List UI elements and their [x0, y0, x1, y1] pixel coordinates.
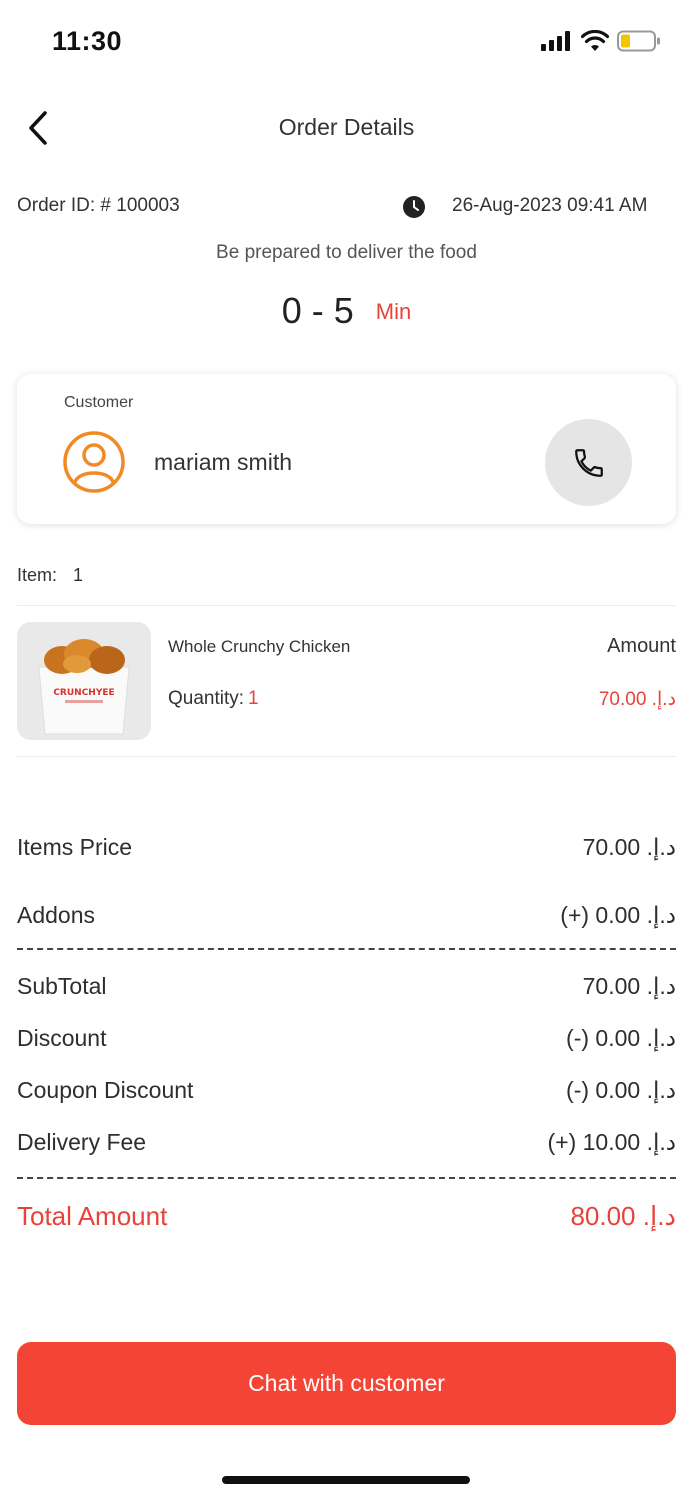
item-name: Whole Crunchy Chicken — [168, 637, 351, 656]
delivery-fee-label: Delivery Fee — [17, 1129, 147, 1155]
quantity-label: Quantity: — [168, 688, 245, 709]
addons-label: Addons — [17, 902, 96, 928]
total-amount-value: 80.00 .د.إ — [570, 1201, 676, 1231]
divider — [17, 605, 676, 606]
item-quantity: Quantity: 1 — [168, 688, 259, 710]
item-count-label: Item: — [17, 565, 58, 585]
subtotal-label: SubTotal — [17, 973, 107, 999]
quantity-value: 1 — [248, 688, 259, 709]
discount-value: (-) 0.00 .د.إ — [566, 1025, 676, 1051]
subtotal-value: 70.00 .د.إ — [582, 973, 676, 999]
page-title: Order Details — [278, 114, 415, 140]
dashed-divider — [17, 948, 676, 950]
eta-unit: Min — [375, 299, 412, 324]
divider — [17, 756, 676, 757]
call-button[interactable] — [545, 419, 632, 506]
eta: 0 - 5 Min — [0, 290, 693, 332]
items-price-label: Items Price — [17, 834, 133, 860]
box-logo: CRUNCHYEE — [53, 688, 114, 698]
customer-label: Customer — [64, 394, 134, 411]
addons-value: (+) 0.00 .د.إ — [560, 902, 676, 928]
order-id: Order ID: # 100003 — [17, 195, 180, 216]
clock-icon — [403, 196, 425, 218]
chat-with-customer-button[interactable]: Chat with customer — [17, 1342, 676, 1425]
item-price: 70.00 .د.إ — [598, 689, 676, 710]
discount-label: Discount — [17, 1025, 107, 1051]
customer-name: mariam smith — [154, 449, 293, 475]
amount-label: Amount — [607, 635, 676, 657]
item-count: Item: 1 — [17, 565, 83, 586]
coupon-discount-value: (-) 0.00 .د.إ — [566, 1077, 676, 1103]
eta-range: 0 - 5 — [281, 290, 354, 331]
food-box-image: CRUNCHYEE — [17, 622, 151, 740]
item-image: CRUNCHYEE — [17, 622, 151, 740]
status-icons — [541, 30, 661, 52]
home-indicator[interactable] — [222, 1476, 470, 1484]
dashed-divider — [17, 1177, 676, 1179]
order-date: 26-Aug-2023 09:41 AM — [452, 195, 648, 216]
phone-icon — [574, 448, 603, 477]
delivery-fee-value: (+) 10.00 .د.إ — [547, 1129, 676, 1155]
prep-text: Be prepared to deliver the food — [216, 242, 477, 263]
wifi-icon — [581, 30, 609, 51]
signal-icon — [541, 31, 570, 51]
item-count-value: 1 — [73, 565, 84, 585]
battery-icon — [617, 30, 660, 52]
total-amount-label: Total Amount — [17, 1201, 168, 1231]
coupon-discount-label: Coupon Discount — [17, 1077, 194, 1103]
status-time: 11:30 — [52, 26, 123, 56]
user-icon — [63, 431, 125, 493]
items-price-value: 70.00 .د.إ — [582, 834, 676, 860]
